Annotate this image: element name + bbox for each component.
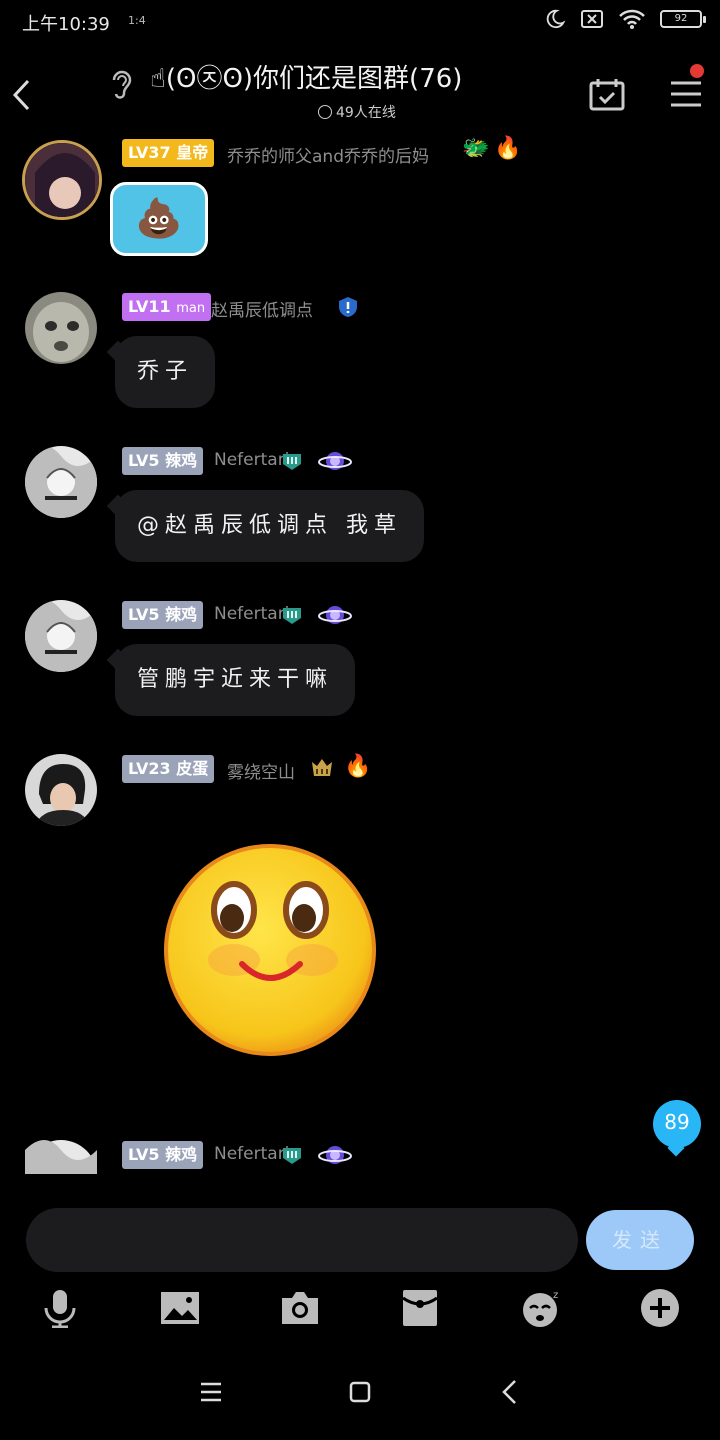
level-badge: LV5 辣鸡 [122,447,204,475]
sender-nickname[interactable]: 乔乔的师父and乔乔的后妈 [227,142,429,167]
rank-badge-icon [283,454,301,470]
sender-nickname[interactable]: 雾绕空山 [227,758,295,783]
level-title: 辣鸡 [165,605,198,624]
sticker-message[interactable]: 💩 [110,182,208,256]
notification-dot [690,64,704,78]
crown-badge-icon [312,759,332,776]
level-text: LV11 [128,297,171,316]
avatar[interactable] [25,446,97,518]
level-text: LV23 [128,759,171,778]
message-bubble[interactable]: 乔子 [115,336,216,408]
camera-icon[interactable] [280,1288,320,1328]
shield-icon [339,297,357,317]
level-text: LV5 [128,1145,160,1164]
sim-icon [581,10,603,28]
avatar[interactable] [25,292,97,364]
avatar[interactable] [25,600,97,672]
status-mini: 1:4 [128,14,146,27]
fire-icon: 🔥 [344,754,372,779]
plus-icon[interactable] [640,1288,680,1328]
sender-nickname[interactable]: Nefertari [214,604,289,624]
sender-nickname[interactable]: Nefertari [214,450,289,470]
level-badge: LV23 皮蛋 [122,755,215,783]
level-badge: LV5 辣鸡 [122,1141,204,1169]
status-time: 上午10:39 [22,14,110,35]
status-icons: 92 [544,8,706,30]
level-text: LV5 [128,451,160,470]
battery-icon: 92 [660,10,706,28]
rank-badge-icon [283,608,301,624]
level-badge: LV5 辣鸡 [122,601,204,629]
message-bubble[interactable]: @赵禹辰低调点 我草 [115,490,424,562]
planet-icon [318,1146,352,1164]
svg-text:z: z [553,1290,558,1301]
fire-icon: 🔥 [494,136,522,161]
level-title: 皮蛋 [176,759,209,778]
planet-icon [318,452,352,470]
level-title: 辣鸡 [165,1145,198,1164]
send-button[interactable]: 发送 [586,1210,694,1270]
unread-count-badge[interactable]: 89 [653,1100,701,1148]
dragon-icon: 🐲 [462,136,490,161]
online-count[interactable]: 49人在线 [318,102,396,122]
smiley-sticker[interactable] [160,842,380,1058]
rank-badge-icon [283,1148,301,1164]
menu-icon[interactable] [670,80,702,108]
chat-title[interactable]: ☝(ʘ㉨ʘ)你们还是图群(76) [150,58,462,95]
online-text: 49人在线 [336,105,396,121]
message-input[interactable] [26,1208,578,1272]
sender-nickname[interactable]: Nefertari [214,1144,289,1164]
level-text: LV37 [128,143,171,162]
level-text: LV5 [128,605,160,624]
sender-nickname[interactable]: 赵禹辰低调点 [211,296,313,321]
back-arrow-icon[interactable] [10,78,32,112]
message-bubble[interactable]: 管鹏宇近来干嘛 [115,644,356,716]
avatar[interactable] [22,140,102,220]
level-title: 辣鸡 [165,451,198,470]
checkin-calendar-icon[interactable] [588,76,626,112]
image-icon[interactable] [160,1288,200,1328]
recents-menu-icon[interactable] [195,1376,227,1408]
level-title: man [176,301,206,316]
ear-icon[interactable] [108,68,134,100]
sticker-icon[interactable]: z [520,1288,560,1328]
battery-level: 92 [674,13,688,24]
home-icon[interactable] [344,1376,376,1408]
planet-icon [318,606,352,624]
avatar[interactable] [25,1140,97,1174]
avatar[interactable] [25,754,97,826]
level-title: 皇帝 [176,143,209,162]
red-packet-icon[interactable] [400,1288,440,1328]
back-icon[interactable] [495,1376,527,1408]
level-badge: LV11 man [122,293,212,321]
wifi-icon [619,9,645,29]
moon-icon [546,9,566,29]
chevron-down-icon [318,105,332,119]
microphone-icon[interactable] [40,1288,80,1328]
level-badge: LV37 皇帝 [122,139,215,167]
